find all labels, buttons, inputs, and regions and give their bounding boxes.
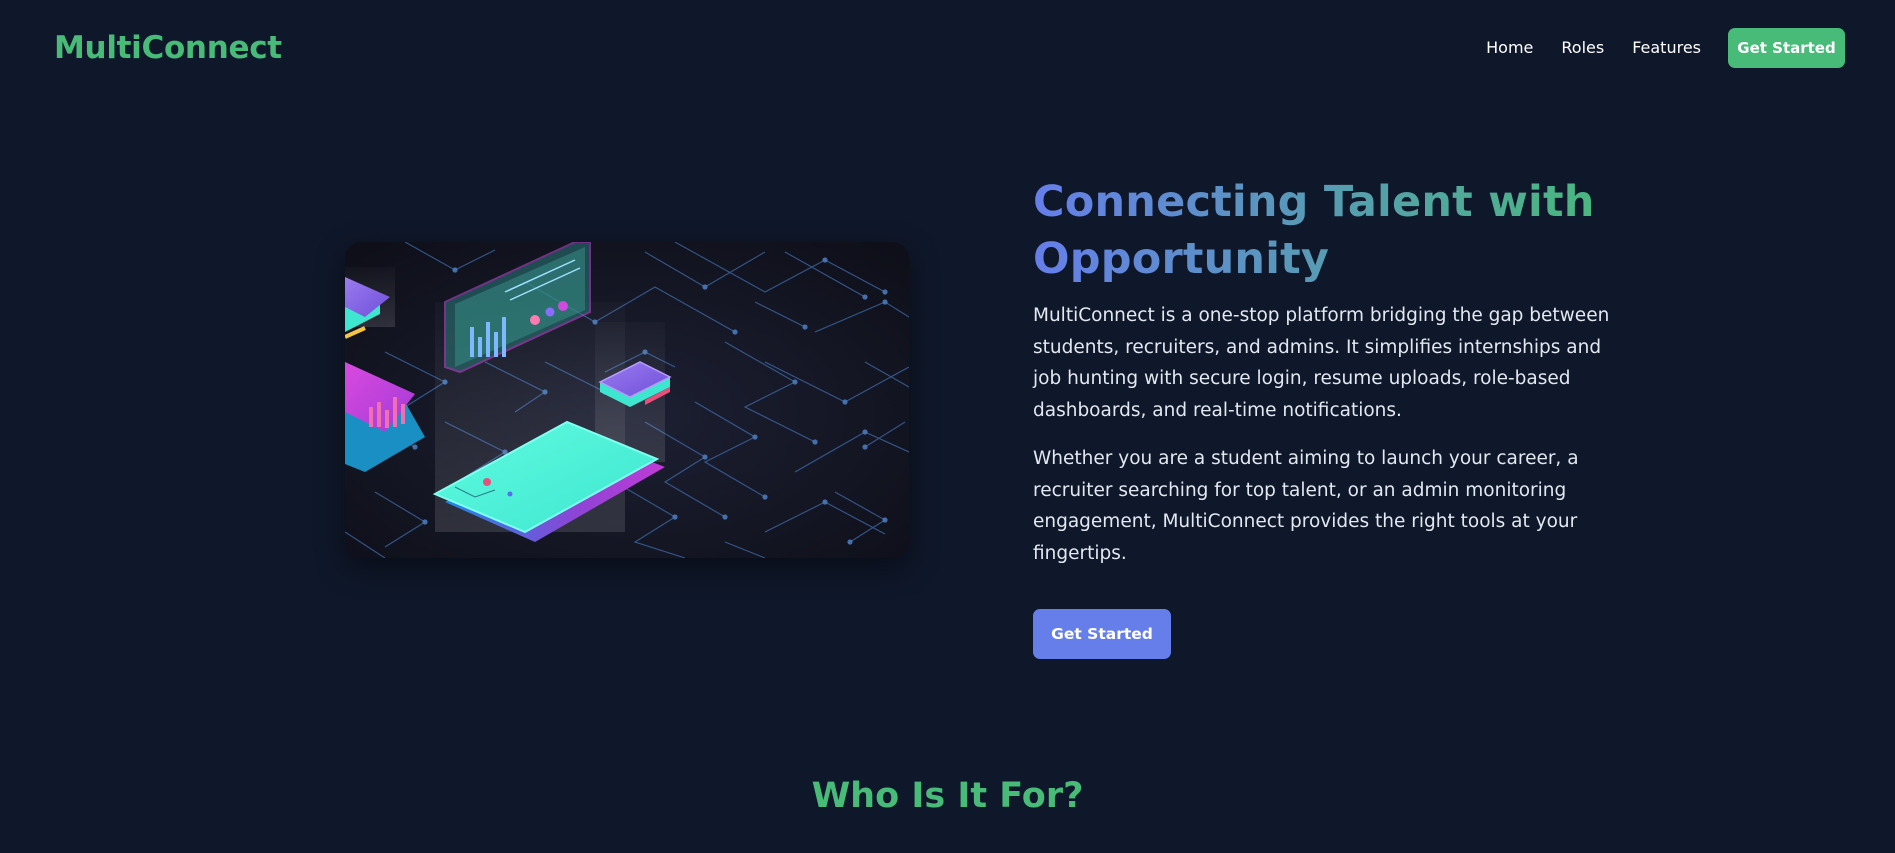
- hero-get-started-button[interactable]: Get Started: [1033, 609, 1171, 659]
- nav-links: Home Roles Features Get Started: [1458, 27, 1845, 68]
- hero-illustration: [345, 242, 909, 558]
- section-title-who-is-it-for: Who Is It For?: [811, 776, 1084, 816]
- top-navbar: MultiConnect Home Roles Features Get Sta…: [0, 0, 1895, 95]
- hero-title: Connecting Talent with Opportunity: [1033, 174, 1633, 288]
- nav-get-started-button[interactable]: Get Started: [1728, 27, 1845, 68]
- nav-link-features[interactable]: Features: [1632, 38, 1701, 57]
- nav-link-home[interactable]: Home: [1486, 38, 1533, 57]
- brand-logo[interactable]: MultiConnect: [54, 30, 282, 66]
- nav-link-roles[interactable]: Roles: [1561, 38, 1604, 57]
- hero-content: Connecting Talent with Opportunity Multi…: [1033, 174, 1633, 659]
- hero-paragraph-intro: MultiConnect is a one-stop platform brid…: [1033, 305, 1610, 421]
- isometric-tech-illustration-icon: [345, 242, 909, 558]
- hero-paragraph-audience: Whether you are a student aiming to laun…: [1033, 448, 1579, 564]
